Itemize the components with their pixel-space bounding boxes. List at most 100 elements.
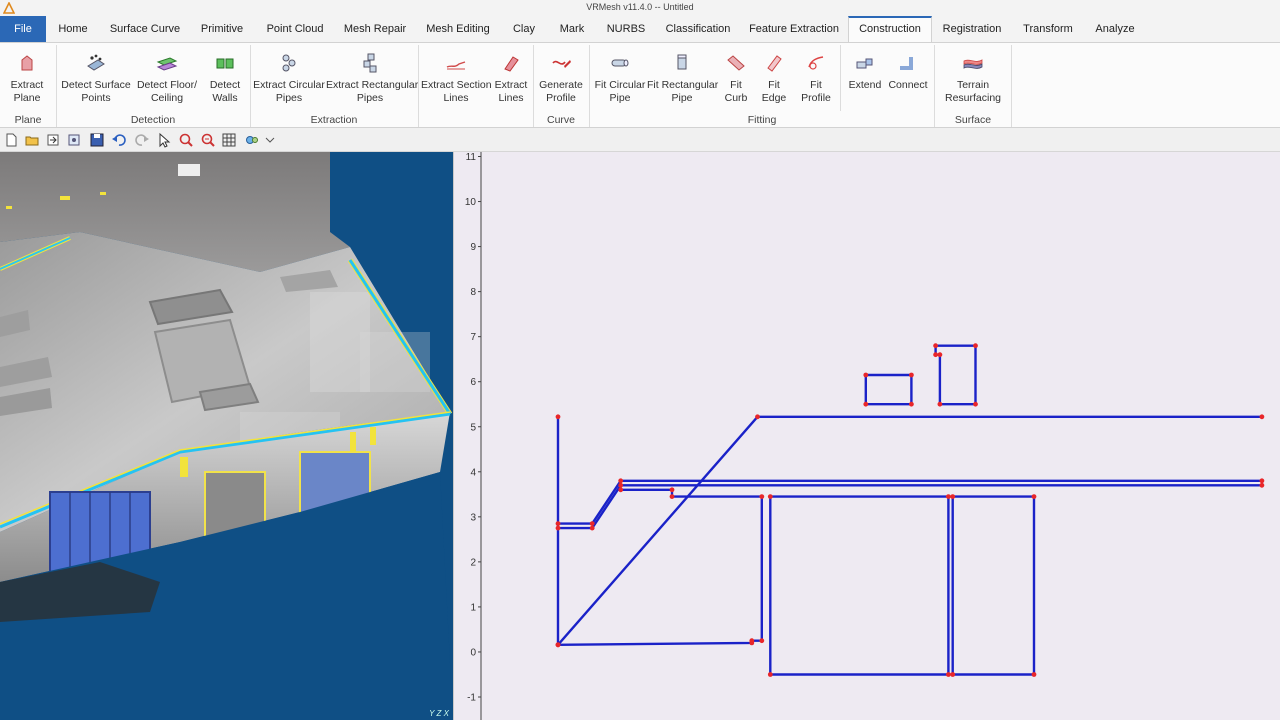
redo-icon[interactable] [134,132,150,148]
terrain-resurfacing-icon [963,59,983,69]
profile-line[interactable] [769,495,950,676]
detect-walls-button[interactable]: Detect Walls [202,45,248,115]
profile-vertex[interactable] [669,487,675,493]
terrain-resurfacing-button[interactable]: Terrain Resurfacing [939,45,1007,115]
new-file-icon[interactable] [3,132,19,148]
zoom-window-icon[interactable] [178,132,194,148]
profile-vertex[interactable] [767,494,773,499]
tab-home[interactable]: Home [49,16,97,42]
profile-line[interactable] [558,479,1262,525]
fit-rectangular-pipe-button[interactable]: Fit Rectangular Pipe [647,45,718,115]
section-profile-plot[interactable]: 11 10 9 8 7 6 5 4 3 2 1 0 -1 [453,152,1280,720]
fit-edge-icon [767,55,782,72]
profile-vertex[interactable] [933,343,938,349]
y-tick-label: 1 [470,602,476,613]
profile-vertex[interactable] [749,638,755,644]
profile-vertex[interactable] [555,642,561,648]
profile-vertex[interactable] [863,372,869,378]
profile-vertex[interactable] [589,525,595,531]
profile-vertex[interactable] [950,672,956,677]
save-icon[interactable] [89,132,105,148]
tab-transform[interactable]: Transform [1014,16,1082,42]
undo-icon[interactable] [111,132,127,148]
profile-vertex[interactable] [909,372,914,378]
fit-circular-pipe-icon [611,59,629,67]
extract-rectangular-pipes-button[interactable]: Extract Rectangular Pipes [326,45,418,115]
tab-nurbs[interactable]: NURBS [601,16,651,42]
tab-surface-curve[interactable]: Surface Curve [104,16,186,42]
profile-vertex[interactable] [618,482,624,488]
profile-vertex[interactable] [759,494,765,499]
tab-mesh-editing[interactable]: Mesh Editing [418,16,498,42]
tab-mark[interactable]: Mark [550,16,594,42]
profile-vertex[interactable] [946,672,951,677]
profile-vertex[interactable] [1259,482,1265,488]
profile-vertex[interactable] [937,401,943,407]
profile-vertex[interactable] [555,525,561,531]
import-icon[interactable] [45,132,61,148]
open-folder-icon[interactable] [24,132,40,148]
profile-vertex[interactable] [946,494,951,499]
extract-plane-icon [21,55,33,71]
dropdown-arrow-icon[interactable] [262,132,278,148]
profile-line[interactable] [951,495,1036,676]
profile-line[interactable] [864,373,913,406]
profile-vertex[interactable] [767,672,773,677]
tab-construction[interactable]: Construction [848,16,932,42]
extend-button[interactable]: Extend [845,45,885,115]
detect-surface-points-button[interactable]: Detect Surface Points [60,45,132,115]
profile-line[interactable] [557,488,763,646]
ribbon-separator [56,45,57,127]
detect-walls-icon [216,58,234,69]
profile-vertex[interactable] [1259,414,1265,420]
profile-vertex[interactable] [589,521,595,526]
tab-classification[interactable]: Classification [658,16,738,42]
tab-primitive[interactable]: Primitive [193,16,251,42]
tab-file[interactable]: File [0,16,46,42]
profile-vertex[interactable] [950,494,956,499]
ribbon-separator [589,45,590,127]
fit-curb-button[interactable]: Fit Curb [718,45,754,115]
profile-vertex[interactable] [555,414,561,420]
profile-line[interactable] [558,484,1262,530]
profile-vertex[interactable] [973,401,978,407]
profile-vertex[interactable] [759,638,765,644]
extract-plane-button[interactable]: Extract Plane [5,45,49,115]
profile-vertex[interactable] [1031,672,1037,677]
profile-vertex[interactable] [909,401,914,407]
profile-vertex[interactable] [937,352,943,358]
detect-floor-ceiling-button[interactable]: Detect Floor/ Ceiling [134,45,200,115]
extract-section-lines-button[interactable]: Extract Section Lines [421,45,492,115]
tab-registration[interactable]: Registration [937,16,1007,42]
profile-vertex[interactable] [933,352,938,358]
select-pointer-icon[interactable] [156,132,172,148]
zoom-fit-icon[interactable] [200,132,216,148]
fit-circular-pipe-button[interactable]: Fit Circular Pipe [592,45,648,115]
export-icon[interactable] [66,132,82,148]
generate-profile-button[interactable]: Generate Profile [536,45,586,115]
tab-analyze[interactable]: Analyze [1089,16,1141,42]
profile-vertex[interactable] [618,478,624,484]
point-cloud-3d-view[interactable]: Y Z X [0,152,453,720]
extract-lines-button[interactable]: Extract Lines [492,45,530,115]
profile-vertex[interactable] [973,343,978,349]
fit-edge-button[interactable]: Fit Edge [756,45,792,115]
profile-vertex[interactable] [755,414,760,420]
tab-feature-extraction[interactable]: Feature Extraction [745,16,843,42]
profile-line[interactable] [557,415,1262,646]
tab-clay[interactable]: Clay [505,16,543,42]
grid-icon[interactable] [221,132,237,148]
connect-button[interactable]: Connect [887,45,929,115]
profile-vertex[interactable] [1259,478,1265,484]
profile-vertex[interactable] [669,494,675,499]
fit-profile-button[interactable]: Fit Profile [796,45,836,115]
ribbon-separator [533,45,534,127]
profile-vertex[interactable] [1031,494,1037,499]
tab-mesh-repair[interactable]: Mesh Repair [339,16,411,42]
view-icon[interactable] [244,132,260,148]
profile-vertex[interactable] [863,401,869,407]
profile-vertex[interactable] [555,521,561,526]
profile-vertex[interactable] [618,487,624,493]
tab-point-cloud[interactable]: Point Cloud [258,16,332,42]
extract-circular-pipes-button[interactable]: Extract Circular Pipes [253,45,325,115]
